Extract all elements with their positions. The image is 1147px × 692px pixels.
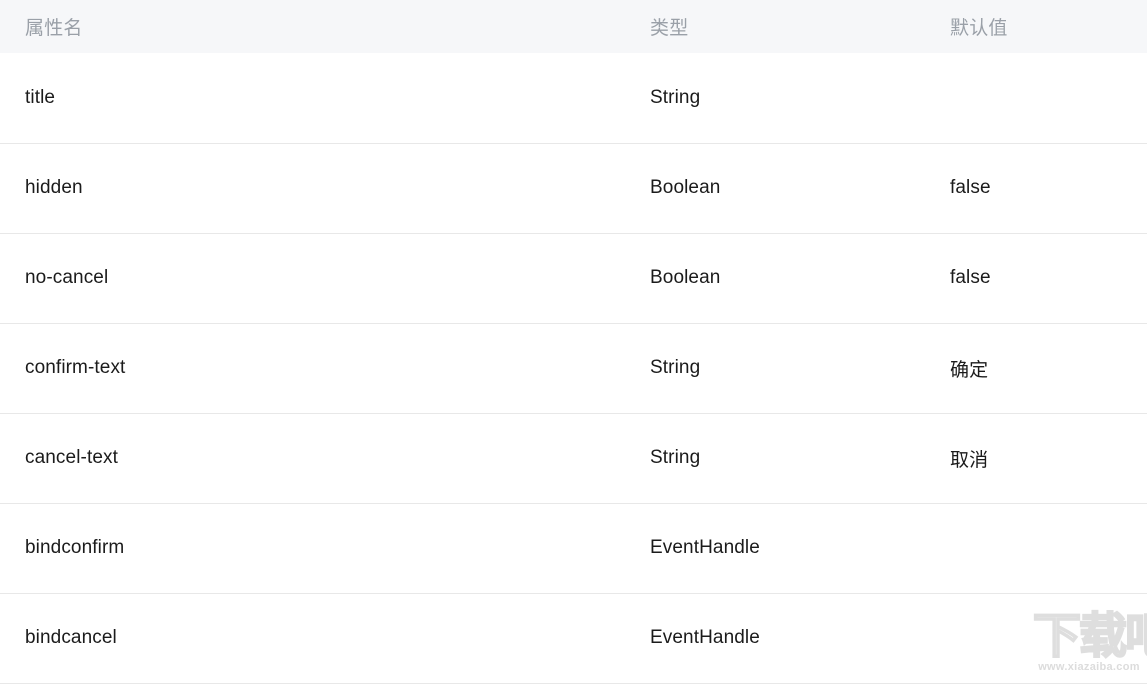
cell-type: String	[650, 447, 701, 468]
cell-type: String	[650, 86, 701, 108]
table-row: title String 标题	[0, 53, 1147, 143]
cell-type: Boolean	[650, 267, 721, 288]
cell-default-value	[950, 503, 1147, 593]
table-row: confirm-text String 确定 confirm按钮文字	[0, 323, 1147, 413]
table-row: cancel-text String 取消 cancel按钮文字	[0, 413, 1147, 503]
cell-default-value: false	[950, 267, 991, 288]
cell-property-name: no-cancel	[25, 267, 109, 288]
table-row: bindconfirm EventHandle 点击确认触发的回调	[0, 503, 1147, 593]
table-row: hidden Boolean false 是否隐藏整个弹窗	[0, 143, 1147, 233]
cell-type: Boolean	[650, 177, 721, 198]
cell-default-value: 确定	[950, 359, 989, 381]
cell-property-name: confirm-text	[25, 357, 126, 378]
cell-default-value	[950, 593, 1147, 683]
cell-property-name: title	[25, 86, 56, 108]
table-header: 属性名 类型 默认值 说明	[0, 0, 1147, 53]
cell-type: String	[650, 357, 701, 378]
cell-default-value: false	[950, 177, 991, 198]
table-body: title String 标题 hidden Boolean false 是否隐…	[0, 53, 1147, 683]
table-header-row: 属性名 类型 默认值 说明	[0, 0, 1147, 53]
table-row: no-cancel Boolean false 是否隐藏cancel按钮	[0, 233, 1147, 323]
column-header-property-name: 属性名	[25, 18, 83, 39]
column-header-type: 类型	[650, 18, 689, 39]
cell-property-name: bindconfirm	[25, 537, 125, 558]
cell-property-name: cancel-text	[25, 447, 118, 468]
table-row: bindcancel EventHandle 点击取消以及蒙层触发的回调	[0, 593, 1147, 683]
column-header-default-value: 默认值	[950, 18, 1008, 39]
cell-default-value	[950, 53, 1147, 143]
cell-property-name: hidden	[25, 177, 83, 198]
properties-table: 属性名 类型 默认值 说明 title String 标题 hidden Boo…	[0, 0, 1147, 684]
cell-type: EventHandle	[650, 627, 760, 648]
cell-default-value: 取消	[950, 449, 989, 471]
cell-type: EventHandle	[650, 537, 760, 558]
cell-property-name: bindcancel	[25, 627, 117, 648]
